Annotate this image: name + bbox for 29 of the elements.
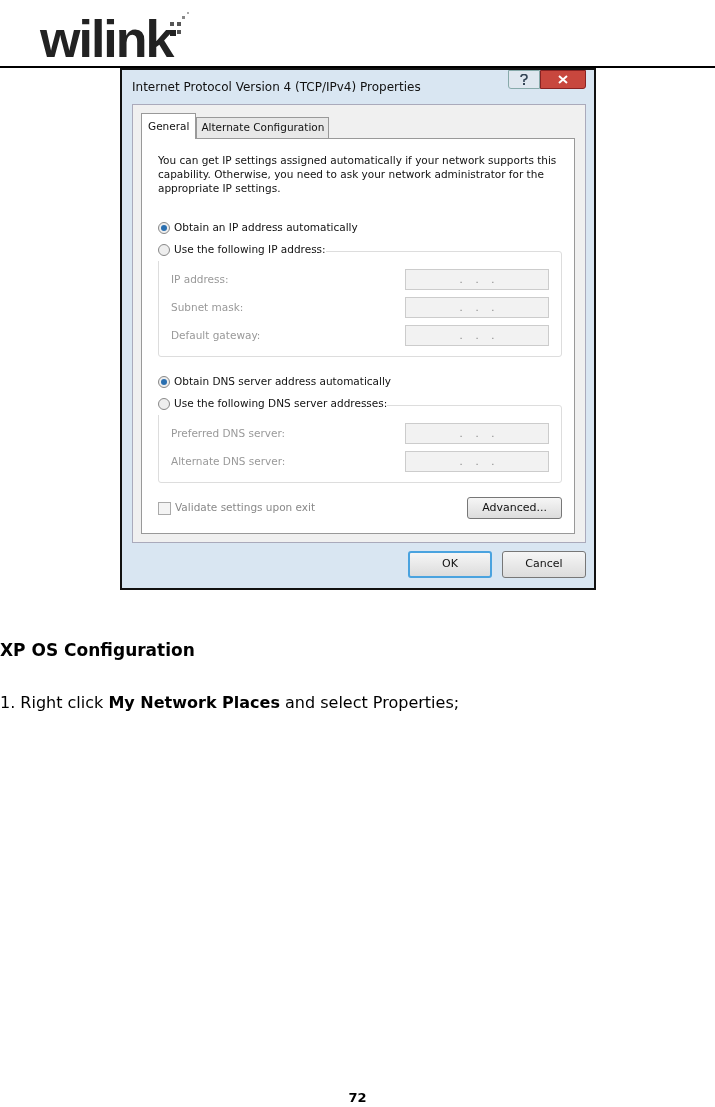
radio-label: Use the following IP address: [174, 241, 326, 257]
logo-text: wilink [40, 12, 173, 66]
radio-label: Obtain an IP address automatically [174, 219, 358, 235]
advanced-button[interactable]: Advanced... [467, 496, 562, 520]
checkbox-label: Validate settings upon exit [175, 500, 316, 516]
intro-text: You can get IP settings assigned automatically if your network supports this capability. Otherwise, you need to ask your network administrator for the appropriate IP settings. [158, 152, 558, 195]
field-label: IP address: [171, 271, 229, 287]
tab[interactable]: Alternate Configuration [196, 117, 330, 138]
radio-button[interactable] [158, 221, 170, 234]
help-button[interactable] [508, 70, 540, 89]
window-title: Internet Protocol Version 4 (TCP/IPv4) Properties [132, 79, 421, 96]
field-label: Subnet mask: [171, 299, 244, 315]
tab[interactable]: General [141, 113, 197, 139]
page-number: 72 [347, 1088, 368, 1107]
radio-label: Obtain DNS server address automatically [174, 373, 392, 389]
field-label: Preferred DNS server: [171, 425, 286, 441]
help-icon [520, 74, 528, 85]
radio-button[interactable] [158, 375, 170, 388]
close-button[interactable] [540, 70, 586, 89]
ok-button[interactable]: OK [408, 551, 492, 578]
cancel-button[interactable]: Cancel [502, 551, 586, 578]
field-label: Alternate DNS server: [171, 453, 286, 469]
instruction-text: 1. Right click My Network Places and select Properties; [0, 692, 461, 715]
field-label: Default gateway: [171, 327, 261, 343]
radio-label: Use the following DNS server addresses: [174, 395, 388, 411]
radio-button[interactable] [158, 397, 170, 410]
close-icon [558, 75, 568, 84]
section-heading: XP OS Configuration [0, 638, 196, 662]
radio-button[interactable] [158, 243, 170, 256]
